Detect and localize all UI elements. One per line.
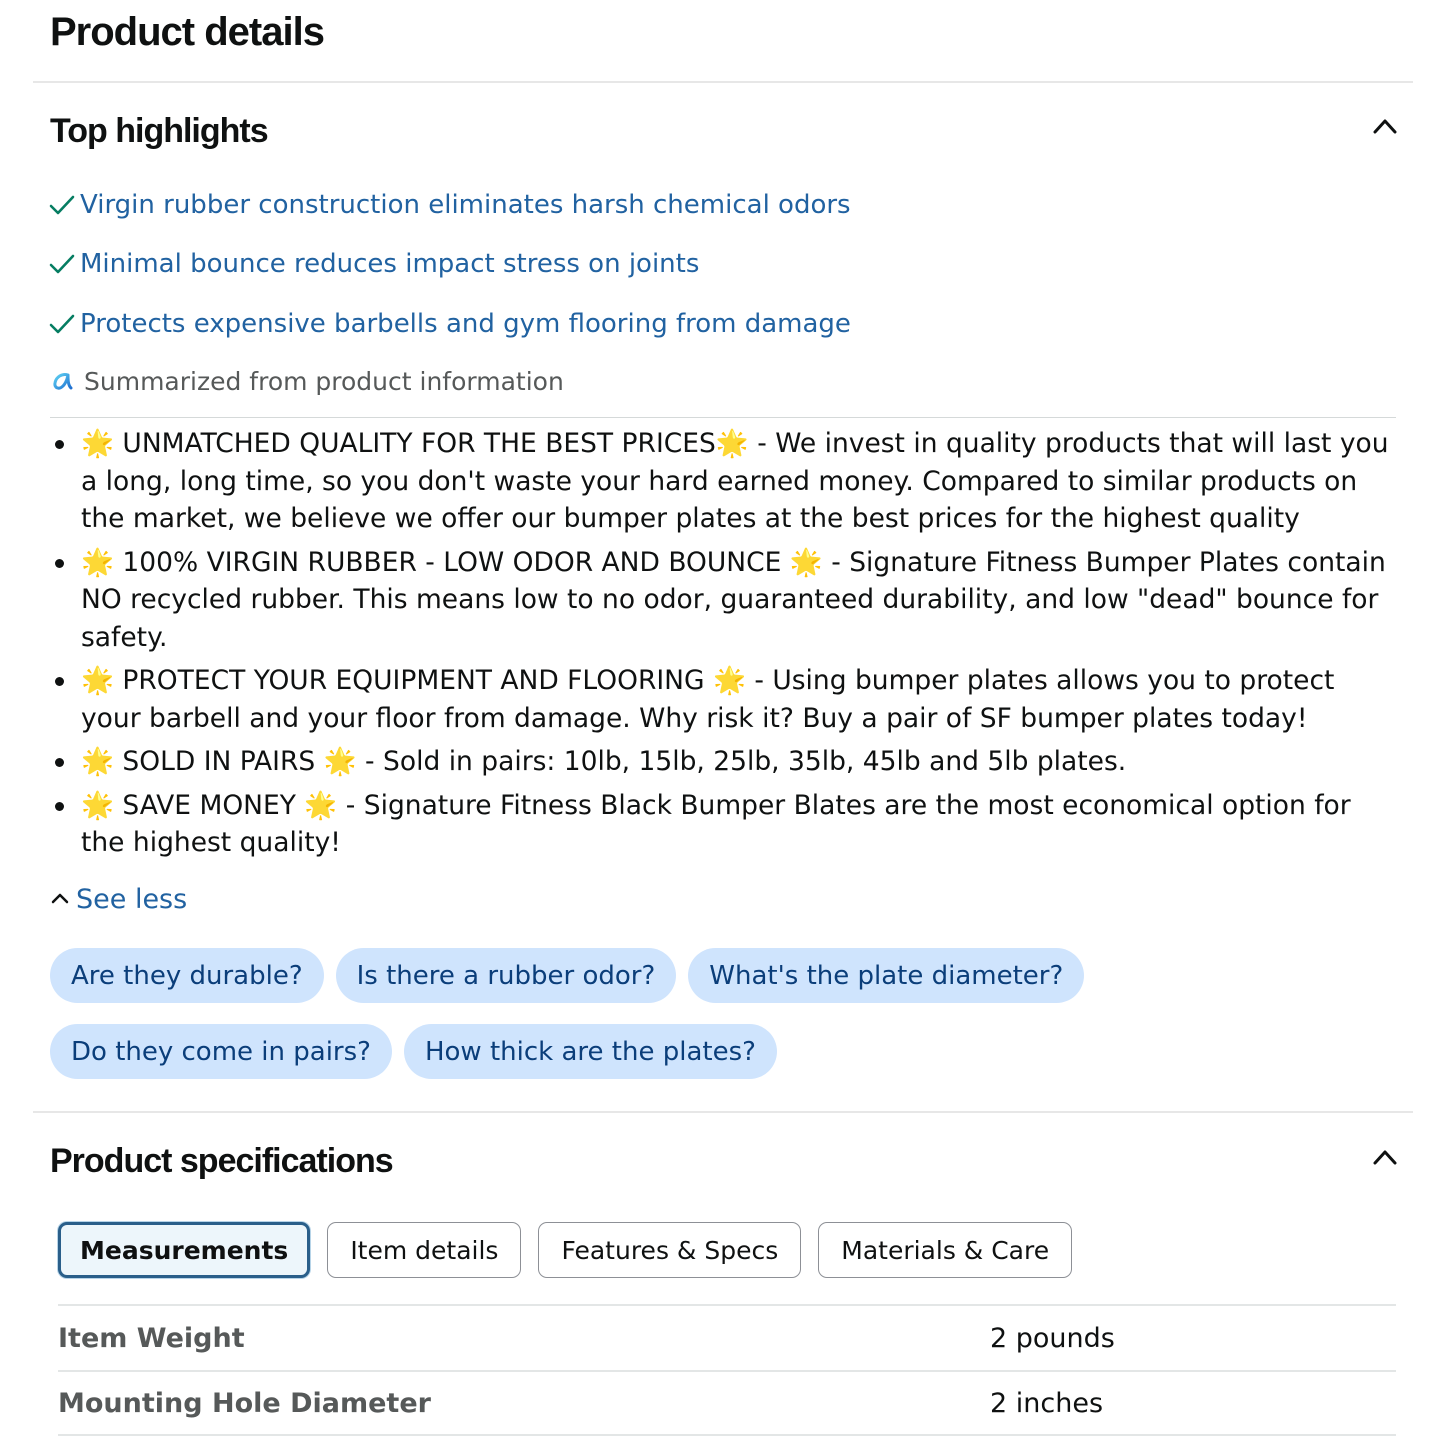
highlight-item: Minimal bounce reduces impact stress on … — [48, 246, 699, 282]
question-chip[interactable]: How thick are the plates? — [403, 1024, 777, 1079]
see-less-link[interactable]: See less — [48, 880, 187, 918]
ai-sparkle-icon — [53, 373, 73, 390]
tab-materials-care[interactable]: Materials & Care — [818, 1222, 1073, 1278]
tab-features-specs[interactable]: Features & Specs — [538, 1222, 802, 1278]
checkmark-icon — [49, 195, 75, 215]
question-chip[interactable]: Is there a rubber odor? — [335, 948, 677, 1003]
section-divider — [33, 1111, 1413, 1113]
question-chips-row: Do they come in pairs? How thick are the… — [50, 1024, 777, 1079]
highlight-item: Virgin rubber construction eliminates ha… — [48, 187, 851, 223]
question-chip[interactable]: Are they durable? — [50, 948, 324, 1003]
question-chips-row: Are they durable? Is there a rubber odor… — [50, 948, 1085, 1003]
feature-bullet: 🌟 SOLD IN PAIRS 🌟 - Sold in pairs: 10lb,… — [50, 743, 1400, 781]
spec-table: Item Weight 2 pounds Mounting Hole Diame… — [58, 1304, 1396, 1436]
product-details-page: Product details Top highlights Virgin ru… — [0, 0, 1445, 1445]
feature-bullet: 🌟 UNMATCHED QUALITY FOR THE BEST PRICES🌟… — [50, 425, 1400, 538]
product-specifications-title: Product specifications — [50, 1142, 394, 1180]
tab-measurements[interactable]: Measurements — [58, 1222, 311, 1278]
highlight-text: Minimal bounce reduces impact stress on … — [80, 249, 700, 279]
feature-bullet: 🌟 PROTECT YOUR EQUIPMENT AND FLOORING 🌟 … — [50, 662, 1400, 737]
highlights-divider — [50, 417, 1396, 418]
collapse-top-highlights-button[interactable] — [1370, 112, 1400, 142]
ai-summary-note: Summarized from product information — [50, 364, 564, 398]
spec-row: Item Weight 2 pounds — [58, 1304, 1396, 1370]
checkmark-icon — [49, 254, 75, 274]
section-divider — [33, 81, 1413, 83]
feature-bullet-list: 🌟 UNMATCHED QUALITY FOR THE BEST PRICES🌟… — [50, 425, 1400, 868]
spec-row: Mounting Hole Diameter 2 inches — [58, 1370, 1396, 1436]
summary-text: Summarized from product information — [84, 366, 564, 396]
spec-value: 2 inches — [990, 1387, 1104, 1419]
highlight-text: Protects expensive barbells and gym floo… — [80, 309, 851, 339]
page-title: Product details — [50, 10, 325, 54]
highlight-text: Virgin rubber construction eliminates ha… — [80, 190, 851, 220]
see-less-label: See less — [76, 883, 188, 915]
chevron-up-icon — [51, 893, 69, 904]
chevron-up-icon — [1373, 1150, 1397, 1165]
chevron-up-icon — [1373, 119, 1397, 134]
spec-tabs: Measurements Item details Features & Spe… — [58, 1222, 1073, 1278]
top-highlights-title: Top highlights — [50, 112, 269, 150]
spec-label: Mounting Hole Diameter — [58, 1387, 431, 1419]
feature-bullet: 🌟 SAVE MONEY 🌟 - Signature Fitness Black… — [50, 787, 1400, 862]
question-chip[interactable]: What's the plate diameter? — [688, 948, 1085, 1003]
feature-bullet: 🌟 100% VIRGIN RUBBER - LOW ODOR AND BOUN… — [50, 544, 1400, 657]
spec-value: 2 pounds — [990, 1322, 1115, 1354]
checkmark-icon — [49, 314, 75, 334]
highlight-item: Protects expensive barbells and gym floo… — [48, 306, 851, 342]
tab-item-details[interactable]: Item details — [327, 1222, 522, 1278]
spec-label: Item Weight — [58, 1322, 245, 1354]
collapse-specifications-button[interactable] — [1370, 1143, 1400, 1173]
question-chip[interactable]: Do they come in pairs? — [50, 1024, 392, 1079]
